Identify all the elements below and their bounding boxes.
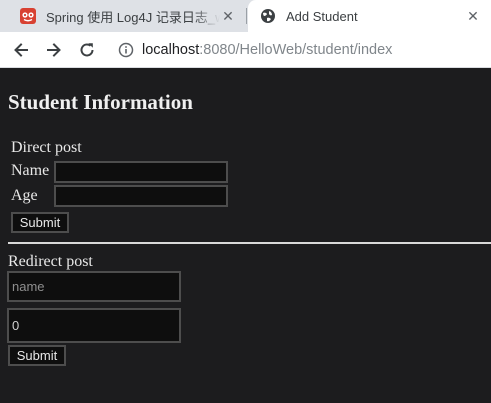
url-text: localhost:8080/HelloWeb/student/index — [142, 42, 392, 58]
close-icon[interactable]: ✕ — [220, 8, 236, 25]
direct-post-heading: Direct post — [11, 139, 82, 156]
age-field[interactable] — [54, 185, 228, 207]
reload-button[interactable] — [73, 36, 101, 64]
tab-spring-log4j[interactable]: Spring 使用 Log4J 记录日志_w ✕ — [0, 0, 246, 32]
direct-submit-button[interactable]: Submit — [11, 212, 69, 233]
close-icon[interactable]: ✕ — [465, 8, 481, 25]
tab-add-student[interactable]: Add Student ✕ — [248, 0, 491, 32]
forward-button[interactable] — [40, 36, 68, 64]
tab-strip: Spring 使用 Log4J 记录日志_w ✕ Add Student ✕ — [0, 0, 491, 32]
url-path: :8080/HelloWeb/student/index — [199, 42, 393, 58]
page-title: Student Information — [8, 90, 193, 114]
name-label: Name — [11, 162, 50, 179]
name-field[interactable] — [54, 161, 228, 183]
browser-toolbar: localhost:8080/HelloWeb/student/index — [0, 32, 491, 68]
globe-icon — [260, 8, 276, 24]
redirect-submit-button[interactable]: Submit — [8, 345, 66, 366]
arrow-left-icon — [14, 43, 28, 57]
tab-divider — [246, 8, 247, 24]
address-bar[interactable]: localhost:8080/HelloWeb/student/index — [112, 36, 491, 64]
tab-title: Add Student — [286, 8, 358, 24]
info-icon[interactable] — [118, 42, 134, 58]
divider — [8, 242, 491, 244]
url-host: localhost — [142, 42, 200, 58]
arrow-right-icon — [47, 43, 61, 57]
reload-icon — [80, 43, 94, 57]
brand-logo-icon — [20, 8, 36, 24]
back-button[interactable] — [7, 36, 35, 64]
redirect-post-heading: Redirect post — [8, 253, 93, 270]
age-label: Age — [11, 187, 38, 204]
redirect-name-field[interactable] — [7, 271, 181, 302]
redirect-age-field[interactable] — [7, 308, 181, 343]
tab-title: Spring 使用 Log4J 记录日志_w — [46, 9, 220, 25]
page-viewport: Student Information Direct post Name Age… — [0, 68, 491, 403]
